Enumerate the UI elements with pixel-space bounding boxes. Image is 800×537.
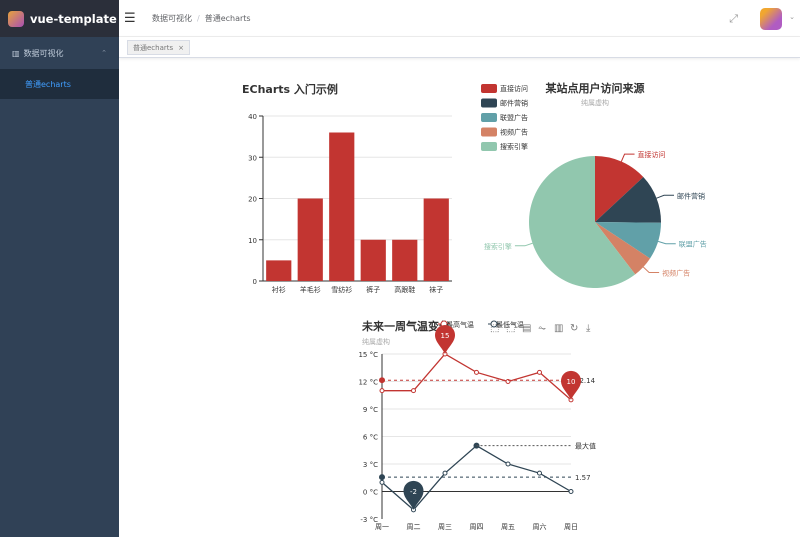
bar — [360, 239, 386, 281]
pie-label: 搜索引擎 — [484, 242, 512, 251]
pie-label: 联盟广告 — [679, 240, 707, 249]
data-point — [568, 489, 574, 494]
legend-swatch — [481, 113, 497, 122]
data-point — [379, 479, 385, 485]
data-point — [442, 470, 448, 476]
y-tick-label: 0 — [253, 278, 257, 286]
legend-label: 视频广告 — [500, 128, 528, 137]
pie-label-line — [514, 242, 533, 247]
x-tick-label: 裤子 — [366, 285, 380, 294]
bar-chart-title: ECharts 入门示例 — [242, 82, 338, 96]
x-tick-label: 羊毛衫 — [300, 285, 321, 294]
series-line — [382, 353, 572, 401]
legend-swatch — [481, 127, 497, 137]
line-icon: ⏦ — [538, 323, 546, 334]
y-tick-label: 0 °C — [363, 489, 378, 497]
legend-label: 搜索引擎 — [500, 142, 528, 151]
y-tick-label: 30 — [248, 154, 257, 162]
pie-label: 直接访问 — [638, 150, 666, 159]
zoom-reset-icon: ⬚ — [506, 323, 515, 334]
data-point — [537, 470, 542, 476]
x-tick-label: 周二 — [407, 523, 421, 531]
x-tick-label: 周五 — [501, 523, 515, 531]
bar — [297, 198, 323, 281]
legend-swatch — [481, 98, 497, 108]
legend-swatch — [481, 84, 497, 93]
y-tick-label: 10 — [248, 237, 257, 245]
y-tick-label: 40 — [248, 113, 257, 121]
zoom-icon: ⬚ — [490, 323, 499, 334]
download-icon: ⤓ — [586, 323, 591, 334]
data-point — [411, 388, 416, 394]
x-tick-label: 周日 — [564, 523, 578, 531]
markpoint-label: 10 — [567, 378, 576, 386]
legend-label: 直接访问 — [500, 84, 528, 93]
bar — [329, 132, 355, 281]
x-tick-label: 周三 — [438, 523, 452, 531]
data-point — [537, 369, 542, 375]
y-tick-label: 3 °C — [363, 461, 378, 469]
pie-chart-subtitle: 纯属虚构 — [581, 98, 609, 107]
max-label: 最大值 — [575, 442, 596, 451]
pie-label-line — [656, 194, 675, 199]
pie-chart-title: 某站点用户访问来源 — [545, 81, 645, 95]
legend-swatch — [481, 142, 497, 151]
markpoint-label: 15 — [441, 332, 450, 340]
average-label: 1.57 — [575, 474, 591, 482]
x-tick-label: 周四 — [470, 523, 484, 531]
line-chart-subtitle: 纯属虚构 — [362, 337, 390, 346]
data-point — [505, 461, 511, 467]
pie-label-line — [620, 153, 635, 162]
x-tick-label: 雪纺衫 — [331, 285, 352, 294]
y-tick-label: 6 °C — [363, 434, 378, 442]
bar — [392, 239, 418, 281]
restore-icon: ↻ — [570, 323, 578, 334]
data-point — [379, 388, 385, 394]
data-point — [474, 369, 479, 375]
x-tick-label: 衬衫 — [272, 285, 286, 294]
y-tick-label: 12 °C — [358, 379, 378, 387]
y-tick-label: 20 — [248, 196, 257, 204]
data-view-icon: ▤ — [522, 323, 531, 334]
bar — [423, 198, 449, 281]
x-tick-label: 周六 — [533, 522, 547, 531]
pie-label: 邮件营销 — [677, 191, 705, 200]
bar-icon: ▥ — [554, 323, 563, 334]
legend-label: 邮件营销 — [500, 99, 528, 108]
y-tick-label: 15 °C — [358, 351, 378, 359]
pie-label-line — [657, 240, 676, 245]
bar — [266, 260, 292, 281]
markpoint-label: -2 — [410, 488, 417, 496]
legend-label: 联盟广告 — [500, 113, 528, 122]
pie-label-line — [642, 266, 660, 273]
charts-canvas: ECharts 入门示例 0 10 20 30 40 衬衫 羊毛衫 雪纺衫 裤子 高跟鞋 袜子 某站点用… — [242, 81, 707, 531]
x-tick-label: 高跟鞋 — [394, 285, 415, 294]
pie-label: 视频广告 — [662, 268, 690, 277]
x-tick-label: 袜子 — [429, 285, 443, 294]
x-tick-label: 周一 — [375, 523, 389, 531]
y-tick-label: 9 °C — [363, 406, 378, 414]
